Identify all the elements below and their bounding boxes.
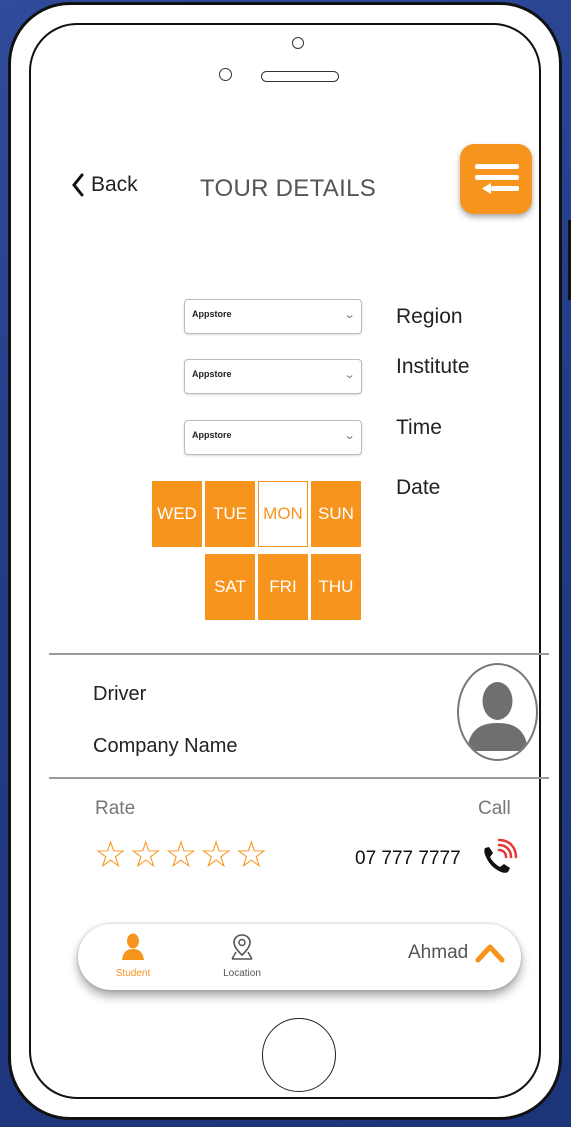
star-outline-icon[interactable]: ☆ [164, 836, 197, 873]
menu-collapse-icon [475, 164, 519, 194]
day-tue[interactable]: TUE [205, 481, 255, 547]
front-sensor [219, 68, 232, 81]
time-select-value: Appstore [192, 430, 232, 440]
star-rating[interactable]: ☆ ☆ ☆ ☆ ☆ [94, 836, 268, 873]
home-button[interactable] [262, 1018, 336, 1092]
star-outline-icon[interactable]: ☆ [94, 836, 127, 873]
nav-location[interactable]: Location [207, 933, 277, 979]
region-select-value: Appstore [192, 309, 232, 319]
bottom-nav: Student Location Ahmad [78, 924, 521, 990]
institute-label: Institute [396, 355, 470, 378]
menu-button[interactable] [460, 144, 532, 214]
time-label: Time [396, 416, 442, 439]
region-select[interactable]: Appstore ⌄ [184, 299, 362, 334]
earpiece-speaker [261, 71, 339, 82]
date-label: Date [396, 476, 441, 499]
day-sat[interactable]: SAT [205, 554, 255, 620]
user-menu[interactable]: Ahmad [408, 942, 506, 964]
day-wed[interactable]: WED [152, 481, 202, 547]
day-fri[interactable]: FRI [258, 554, 308, 620]
phone-call-icon[interactable] [477, 838, 519, 885]
divider [49, 777, 549, 779]
day-sun[interactable]: SUN [311, 481, 361, 547]
map-pin-icon [231, 934, 253, 960]
institute-select-value: Appstore [192, 369, 232, 379]
phone-frame: Back TOUR DETAILS Appstore ⌄ Region Apps… [8, 2, 562, 1120]
star-outline-icon[interactable]: ☆ [235, 836, 268, 873]
company-name-label: Company Name [93, 735, 238, 757]
front-camera [292, 37, 304, 49]
user-avatar-icon [457, 663, 538, 761]
region-label: Region [396, 305, 463, 328]
chevron-up-icon [475, 944, 505, 963]
user-name: Ahmad [408, 942, 469, 963]
star-outline-icon[interactable]: ☆ [200, 836, 233, 873]
user-icon [122, 933, 144, 960]
chevron-down-icon: ⌄ [343, 369, 356, 381]
chevron-down-icon: ⌄ [343, 309, 356, 321]
phone-number: 07 777 7777 [355, 848, 461, 869]
call-label: Call [478, 798, 511, 819]
nav-student[interactable]: Student [98, 933, 168, 979]
chevron-down-icon: ⌄ [343, 430, 356, 442]
nav-student-label: Student [115, 968, 151, 979]
star-outline-icon[interactable]: ☆ [129, 836, 162, 873]
driver-label: Driver [93, 683, 147, 705]
day-thu[interactable]: THU [311, 554, 361, 620]
time-select[interactable]: Appstore ⌄ [184, 420, 362, 455]
nav-location-label: Location [223, 968, 261, 979]
rate-label: Rate [95, 798, 136, 819]
day-mon[interactable]: MON [258, 481, 308, 547]
divider [49, 653, 549, 655]
institute-select[interactable]: Appstore ⌄ [184, 359, 362, 394]
